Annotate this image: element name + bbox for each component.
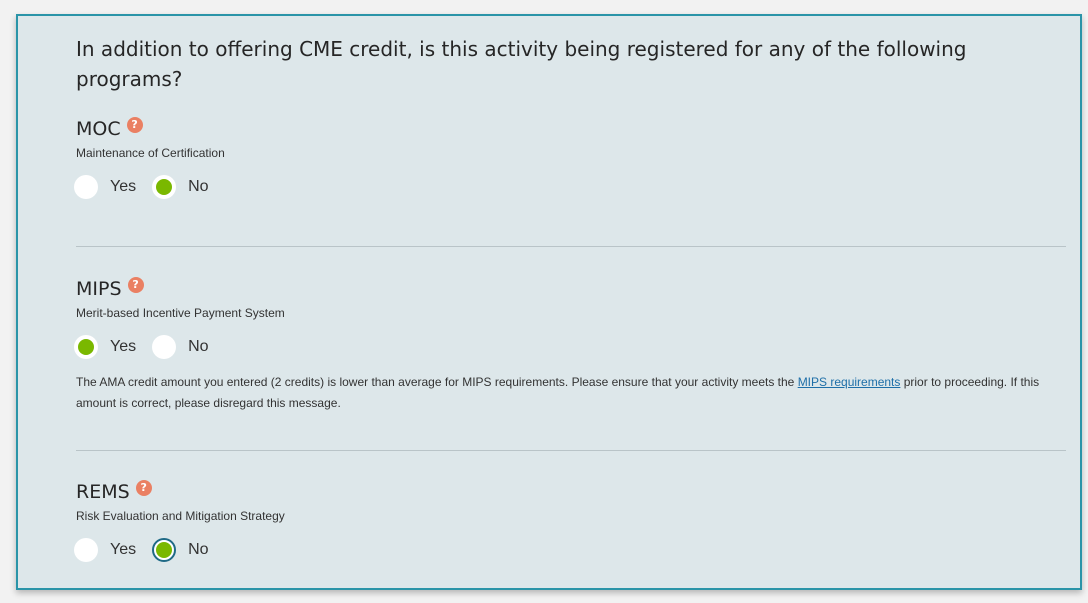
moc-heading: MOC ?	[76, 116, 1076, 142]
rems-section: REMS ? Risk Evaluation and Mitigation St…	[74, 479, 1076, 565]
rems-subtitle: Risk Evaluation and Mitigation Strategy	[76, 509, 285, 523]
moc-no-radio[interactable]	[152, 175, 177, 199]
mips-notice-text-before: The AMA credit amount you entered (2 cre…	[76, 375, 798, 389]
mips-credit-notice: The AMA credit amount you entered (2 cre…	[76, 372, 1056, 414]
mips-section: MIPS ? Merit-based Incentive Payment Sys…	[74, 276, 1076, 414]
rems-help-icon[interactable]: ?	[135, 480, 152, 496]
rems-yes-option[interactable]: Yes	[74, 538, 136, 562]
mips-radio-group: Yes No	[74, 332, 1076, 362]
rems-radio-group: Yes No	[74, 535, 1076, 565]
mips-help-icon[interactable]: ?	[127, 277, 144, 293]
rems-heading: REMS ?	[76, 479, 1076, 505]
moc-no-label[interactable]: No	[188, 178, 208, 196]
moc-yes-option[interactable]: Yes	[74, 175, 136, 199]
mips-subtitle: Merit-based Incentive Payment System	[76, 306, 285, 320]
programs-question: In addition to offering CME credit, is t…	[76, 37, 967, 91]
rems-no-label[interactable]: No	[188, 541, 208, 559]
moc-radio-group: Yes No	[74, 172, 1076, 202]
cme-programs-panel: In addition to offering CME credit, is t…	[16, 14, 1082, 590]
moc-help-icon[interactable]: ?	[126, 117, 143, 133]
mips-heading: MIPS ?	[76, 276, 1076, 302]
mips-requirements-link[interactable]: MIPS requirements	[798, 375, 901, 389]
mips-no-option[interactable]: No	[152, 335, 209, 359]
rems-title: REMS	[76, 481, 130, 503]
moc-section: MOC ? Maintenance of Certification Yes N…	[74, 116, 1076, 202]
moc-yes-radio[interactable]	[74, 175, 98, 199]
mips-no-radio[interactable]	[152, 335, 177, 359]
moc-divider	[76, 246, 1066, 247]
rems-no-option[interactable]: No	[152, 538, 209, 562]
rems-yes-label[interactable]: Yes	[110, 541, 136, 559]
mips-no-label[interactable]: No	[188, 338, 208, 356]
moc-no-option[interactable]: No	[152, 175, 209, 199]
moc-yes-label[interactable]: Yes	[110, 178, 136, 196]
moc-subtitle: Maintenance of Certification	[76, 146, 225, 160]
rems-no-radio[interactable]	[152, 538, 177, 562]
mips-yes-option[interactable]: Yes	[74, 335, 136, 359]
mips-divider	[76, 450, 1066, 451]
mips-yes-label[interactable]: Yes	[110, 338, 136, 356]
rems-yes-radio[interactable]	[74, 538, 98, 562]
mips-title: MIPS	[76, 278, 122, 300]
mips-yes-radio[interactable]	[74, 335, 98, 359]
moc-title: MOC	[76, 118, 121, 140]
